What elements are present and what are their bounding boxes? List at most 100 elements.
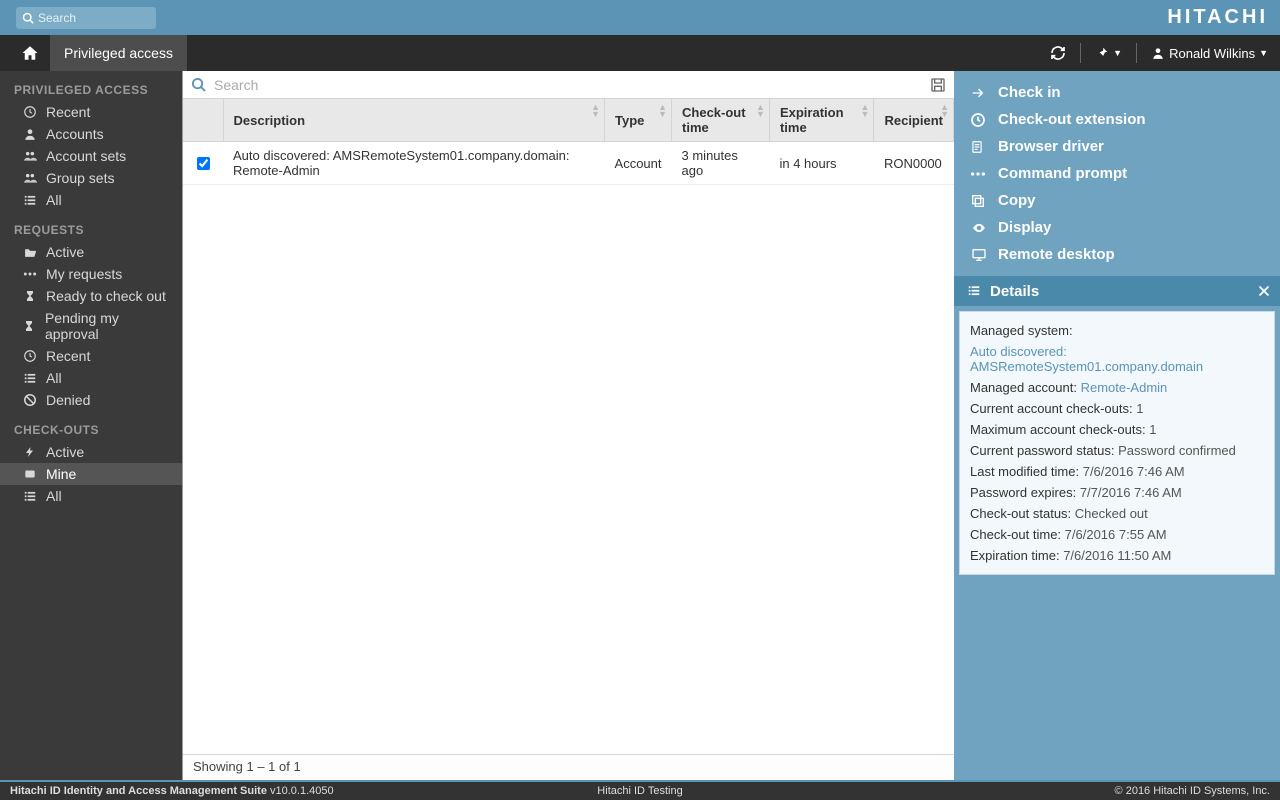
detail-value: 1 (1149, 422, 1156, 437)
detail-row: Maximum account check-outs: 1 (970, 419, 1264, 440)
sidebar-item-my-requests[interactable]: My requests (0, 263, 182, 285)
detail-link[interactable]: Auto discovered: AMSRemoteSystem01.compa… (970, 344, 1203, 374)
sidebar-item-label: All (46, 192, 62, 208)
sort-icon[interactable]: ▲▼ (861, 104, 870, 118)
separator (1136, 43, 1137, 63)
column-recipient[interactable]: Recipient▲▼ (874, 99, 954, 142)
users-icon (22, 171, 38, 185)
hourglass-icon (22, 319, 37, 333)
detail-label: Managed system: (970, 323, 1073, 338)
row-checkbox[interactable] (197, 157, 210, 170)
sidebar-item-mine[interactable]: Mine (0, 463, 182, 485)
sidebar-item-ready-to-check-out[interactable]: Ready to check out (0, 285, 182, 307)
column-expiration-time[interactable]: Expiration time ▲▼ (769, 99, 874, 142)
detail-row: Expiration time: 7/6/2016 11:50 AM (970, 545, 1264, 566)
action-label: Browser driver (998, 138, 1104, 155)
sidebar-item-pending-my-approval[interactable]: Pending my approval (0, 307, 182, 345)
action-copy[interactable]: Copy (954, 187, 1280, 214)
sidebar-item-recent[interactable]: Recent (0, 101, 182, 123)
sidebar: PRIVILEGED ACCESSRecentAccountsAccount s… (0, 71, 182, 780)
action-check-in[interactable]: Check in (954, 79, 1280, 106)
copy-icon (970, 193, 988, 209)
user-icon (22, 127, 38, 141)
detail-label: Check-out time: (970, 527, 1065, 542)
column-description[interactable]: Description▲▼ (223, 99, 605, 142)
pin-icon (1095, 46, 1109, 60)
action-check-out-extension[interactable]: Check-out extension (954, 106, 1280, 133)
home-button[interactable] (10, 35, 50, 71)
sidebar-item-label: Mine (46, 466, 76, 482)
ban-icon (22, 393, 38, 407)
sidebar-item-recent[interactable]: Recent (0, 345, 182, 367)
action-label: Display (998, 219, 1051, 236)
sidebar-item-all[interactable]: All (0, 189, 182, 211)
sidebar-item-active[interactable]: Active (0, 241, 182, 263)
footer-copyright: © 2016 Hitachi ID Systems, Inc. (1115, 785, 1270, 797)
refresh-button[interactable] (1050, 45, 1066, 61)
clock-icon (970, 112, 988, 128)
checkout-table: Description▲▼Type▲▼Check-out time▲▼Expir… (183, 99, 954, 185)
right-panel: Check inCheck-out extension Browser drive… (954, 71, 1280, 780)
sidebar-item-group-sets[interactable]: Group sets (0, 167, 182, 189)
action-browser-driver[interactable]: Browser driver (954, 133, 1280, 160)
global-search[interactable] (16, 7, 156, 29)
save-button[interactable] (930, 77, 946, 93)
sidebar-item-label: All (46, 488, 62, 504)
global-search-input[interactable] (34, 10, 150, 26)
pin-button[interactable]: ▼ (1095, 46, 1122, 60)
action-list: Check inCheck-out extension Browser drive… (954, 71, 1280, 276)
sort-icon[interactable]: ▲▼ (940, 104, 949, 118)
sidebar-item-all[interactable]: All (0, 367, 182, 389)
close-button[interactable] (1258, 285, 1270, 297)
column-label: Expiration time (780, 105, 844, 135)
bolt-icon (22, 445, 38, 459)
sidebar-heading: CHECK-OUTS (0, 411, 182, 441)
footer-product: Hitachi ID Identity and Access Managemen… (10, 785, 334, 797)
cell-recipient: RON0000 (874, 142, 954, 185)
detail-row: Check-out status: Checked out (970, 503, 1264, 524)
sort-icon[interactable]: ▲▼ (591, 104, 600, 118)
table-row[interactable]: Auto discovered: AMSRemoteSystem01.compa… (183, 142, 954, 185)
action-display[interactable]: Display (954, 214, 1280, 241)
detail-link[interactable]: Remote-Admin (1081, 380, 1168, 395)
detail-label: Managed account: (970, 380, 1081, 395)
breadcrumb[interactable]: Privileged access (50, 35, 187, 71)
sidebar-item-account-sets[interactable]: Account sets (0, 145, 182, 167)
sidebar-item-active[interactable]: Active (0, 441, 182, 463)
detail-label: Last modified time: (970, 464, 1083, 479)
sort-icon[interactable]: ▲▼ (658, 104, 667, 118)
action-label: Copy (998, 192, 1036, 209)
sidebar-item-accounts[interactable]: Accounts (0, 123, 182, 145)
sidebar-item-all[interactable]: All (0, 485, 182, 507)
sidebar-item-label: Denied (46, 392, 90, 408)
chevron-down-icon: ▼ (1259, 48, 1268, 58)
user-name: Ronald Wilkins (1169, 46, 1255, 61)
action-remote-desktop[interactable]: Remote desktop (954, 241, 1280, 268)
detail-value: Checked out (1075, 506, 1148, 521)
monitor-icon (970, 247, 988, 263)
sidebar-item-label: Recent (46, 348, 90, 364)
detail-row: Managed account: Remote-Admin (970, 377, 1264, 398)
details-header[interactable]: Details (954, 276, 1280, 306)
app-footer: Hitachi ID Identity and Access Managemen… (0, 780, 1280, 800)
column-type[interactable]: Type ▲▼ (605, 99, 672, 142)
detail-row: Current account check-outs: 1 (970, 398, 1264, 419)
separator (1080, 43, 1081, 63)
list-icon (22, 193, 38, 207)
action-command-prompt[interactable]: Command prompt (954, 160, 1280, 187)
detail-label: Maximum account check-outs: (970, 422, 1149, 437)
detail-label: Current password status: (970, 443, 1118, 458)
column-checkbox (183, 99, 223, 142)
sidebar-item-denied[interactable]: Denied (0, 389, 182, 411)
sort-icon[interactable]: ▲▼ (756, 104, 765, 118)
details-body: Managed system: Auto discovered: AMSRemo… (959, 311, 1275, 575)
detail-row: Managed system: (970, 320, 1264, 341)
sidebar-item-label: Account sets (46, 148, 126, 164)
content-search-input[interactable] (212, 76, 946, 94)
user-menu[interactable]: Ronald Wilkins ▼ (1151, 46, 1268, 61)
detail-label: Current account check-outs: (970, 401, 1136, 416)
tag-icon (22, 467, 38, 481)
column-label: Type (615, 113, 644, 128)
search-icon[interactable] (191, 77, 206, 92)
column-check-out-time[interactable]: Check-out time▲▼ (672, 99, 770, 142)
